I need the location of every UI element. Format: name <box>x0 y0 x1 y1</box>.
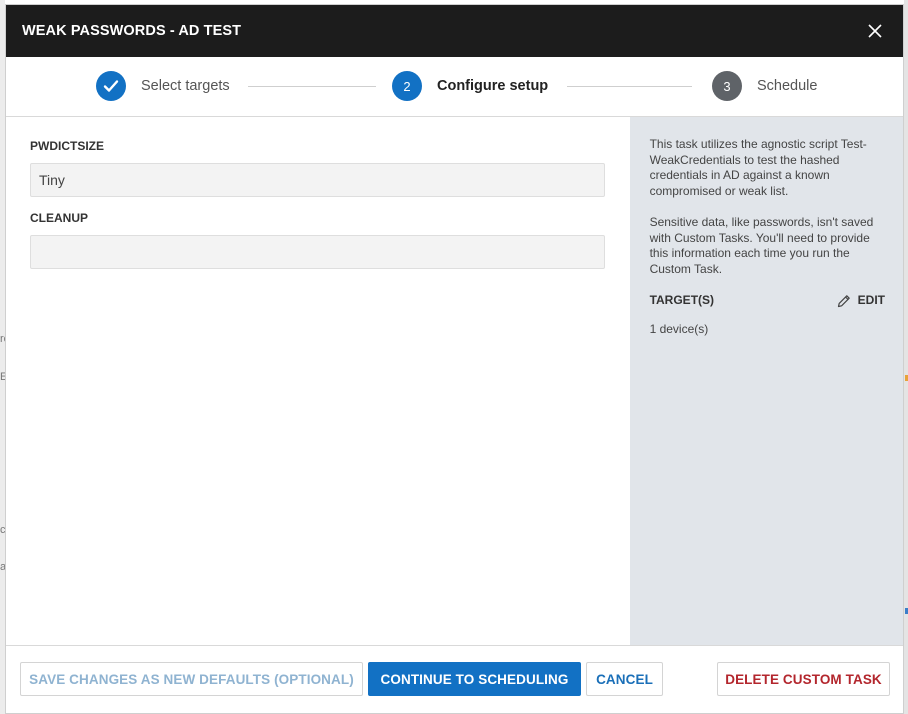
step-configure-setup[interactable]: 2 Configure setup <box>392 71 548 101</box>
field-cleanup: CLEANUP <box>30 211 606 269</box>
task-description: This task utilizes the agnostic script T… <box>649 137 867 198</box>
field-label: CLEANUP <box>30 211 89 225</box>
wizard-stepper: Select targets 2 Configure setup 3 Sched… <box>6 57 903 117</box>
field-label: PWDICTSIZE <box>30 139 104 153</box>
close-icon[interactable] <box>863 19 887 43</box>
edit-label: EDIT <box>857 293 885 308</box>
step-label: Select targets <box>141 78 230 94</box>
step-connector <box>248 86 376 87</box>
delete-custom-task-button[interactable]: DELETE CUSTOM TASK <box>717 662 890 696</box>
targets-header: TARGET(S) EDIT <box>650 293 885 309</box>
cleanup-input[interactable] <box>30 235 605 269</box>
modal-title: WEAK PASSWORDS - AD TEST <box>22 23 242 39</box>
step-select-targets[interactable]: Select targets <box>96 71 230 101</box>
targets-count: 1 device(s) <box>649 322 709 336</box>
modal-body: PWDICTSIZE Tiny CLEANUP This task utiliz… <box>6 117 903 647</box>
pencil-icon <box>837 295 850 308</box>
configuration-form: PWDICTSIZE Tiny CLEANUP <box>6 117 630 647</box>
task-info-panel: This task utilizes the agnostic script T… <box>629 117 903 647</box>
step-connector <box>567 86 692 87</box>
custom-task-modal: WEAK PASSWORDS - AD TEST Select targets … <box>5 4 904 714</box>
sensitive-data-notice: Sensitive data, like passwords, isn't sa… <box>649 215 874 276</box>
pwdictsize-input[interactable]: Tiny <box>30 163 605 197</box>
edit-targets-button[interactable]: EDIT <box>836 293 885 309</box>
step-label: Schedule <box>757 78 818 94</box>
step-label: Configure setup <box>437 78 549 94</box>
continue-to-scheduling-button[interactable]: CONTINUE TO SCHEDULING <box>368 662 581 696</box>
step-schedule[interactable]: 3 Schedule <box>712 71 817 101</box>
modal-header: WEAK PASSWORDS - AD TEST <box>6 5 903 57</box>
checkmark-icon <box>96 71 126 101</box>
step-number: 3 <box>712 71 742 101</box>
field-pwdictsize: PWDICTSIZE Tiny <box>30 139 606 197</box>
cancel-button[interactable]: CANCEL <box>586 662 663 696</box>
background-page-right-edge <box>904 0 908 714</box>
modal-footer: SAVE CHANGES AS NEW DEFAULTS (OPTIONAL) … <box>6 645 903 713</box>
step-number: 2 <box>392 71 422 101</box>
targets-label: TARGET(S) <box>649 293 715 308</box>
save-defaults-button[interactable]: SAVE CHANGES AS NEW DEFAULTS (OPTIONAL) <box>20 662 363 696</box>
